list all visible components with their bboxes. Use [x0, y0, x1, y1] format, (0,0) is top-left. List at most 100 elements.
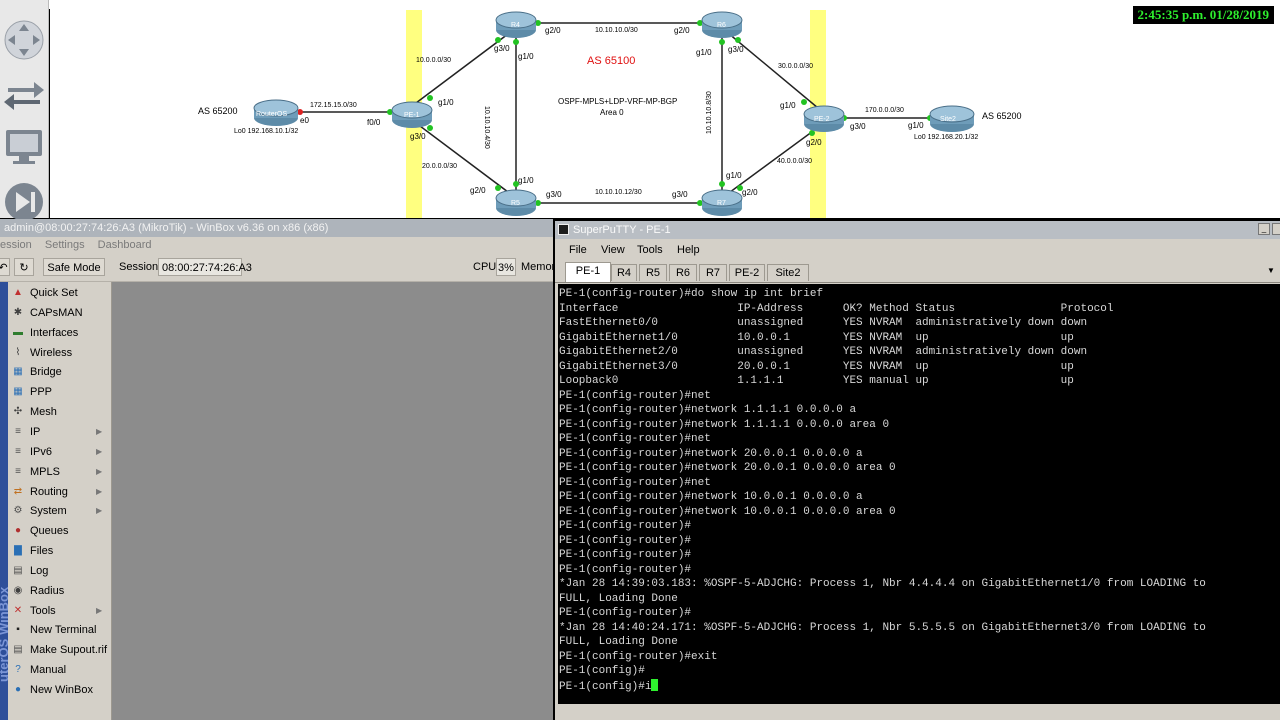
tab-site2[interactable]: Site2 — [767, 264, 809, 281]
terminal-line: PE-1(config-router)#network 1.1.1.1 0.0.… — [559, 403, 856, 417]
nav-item-tools[interactable]: ✕ Tools ▶ — [8, 601, 111, 621]
nav-item-terminal[interactable]: ▪ New Terminal — [8, 620, 111, 640]
terminal-line-text: PE-1(config-router)#network 10.0.0.1 0.0… — [559, 491, 863, 503]
subnet-r7-pe2: 40.0.0.0/30 — [777, 158, 813, 165]
mpls-icon: ≡ — [15, 465, 21, 477]
monitor-icon[interactable] — [2, 124, 46, 168]
menu-dashboard[interactable]: Dashboard — [98, 239, 152, 251]
nav-item-label: New WinBox — [30, 684, 93, 696]
nav-item-label: Quick Set — [30, 287, 78, 299]
nav-item-label: IPv6 — [30, 445, 53, 458]
nav-item-label: Manual — [30, 664, 67, 677]
tab-r7[interactable]: R7 — [699, 264, 727, 281]
nav-item-quick-set[interactable]: ▲ Quick Set — [8, 283, 111, 303]
loopback-left: Lo0 192.168.10.1/32 — [234, 128, 299, 135]
minimize-button[interactable]: _ — [1258, 223, 1270, 235]
nav-item-system[interactable]: ⚙ System ▶ — [8, 501, 111, 521]
subnet-r6-pe2: 30.0.0.0/30 — [778, 63, 814, 70]
menu-session[interactable]: ession — [0, 239, 32, 251]
terminal-line-text: PE-1(config)# — [559, 665, 645, 677]
port-label: g1/0 — [908, 121, 924, 130]
port-label: g1/0 — [518, 176, 534, 185]
terminal-line: GigabitEthernet3/0 20.0.0.1 YES NVRAM up… — [559, 360, 1074, 374]
tab-r5[interactable]: R5 — [639, 264, 667, 281]
router-label-r5: R5 — [511, 200, 520, 207]
terminal-line: PE-1(config-router)# — [559, 519, 691, 533]
tab-r6[interactable]: R6 — [669, 264, 697, 281]
interfaces-icon: ▬ — [13, 326, 23, 338]
terminal-line-text: *Jan 28 14:40:24.171: %OSPF-5-ADJCHG: Pr… — [559, 621, 1206, 634]
port-label: g2/0 — [674, 26, 690, 35]
as-label-left: AS 65200 — [198, 106, 238, 116]
nav-item-ipv6[interactable]: ≡ IPv6 ▶ — [8, 442, 111, 462]
nav-item-ppp[interactable]: ▦ PPP — [8, 382, 111, 402]
nav-item-manual[interactable]: ? Manual — [8, 660, 111, 680]
menu-tools[interactable]: Tools — [637, 240, 663, 260]
move-icon[interactable] — [2, 18, 46, 62]
nav-item-capsman[interactable]: ✱ CAPsMAN — [8, 303, 111, 323]
winbox-brand-strip: uterOS WinBox — [0, 282, 11, 720]
nav-item-label: MPLS — [30, 465, 60, 478]
nav-item-bridge[interactable]: ▦ Bridge — [8, 362, 111, 382]
terminal-line: *Jan 28 14:40:24.171: %OSPF-5-ADJCHG: Pr… — [559, 621, 1206, 635]
nav-item-routing[interactable]: ⇄ Routing ▶ — [8, 482, 111, 502]
maximize-button[interactable] — [1272, 223, 1280, 235]
terminal-line-text: PE-1(config-router)#net — [559, 389, 711, 402]
nav-item-mpls[interactable]: ≡ MPLS ▶ — [8, 462, 111, 482]
bridge-icon: ▦ — [13, 366, 23, 378]
session-label: Session: — [119, 261, 162, 273]
nav-item-log[interactable]: ▤ Log — [8, 561, 111, 581]
port-label: g3/0 — [728, 45, 744, 54]
tab-pe2[interactable]: PE-2 — [729, 264, 765, 281]
memory-label: Memor — [521, 261, 556, 273]
skip-forward-icon[interactable] — [2, 178, 46, 222]
port-label: g2/0 — [545, 26, 561, 35]
safe-mode-button[interactable]: Safe Mode — [43, 258, 105, 276]
area-label: Area 0 — [600, 108, 624, 117]
nav-item-new-winbox[interactable]: ● New WinBox — [8, 680, 111, 700]
putty-app-icon — [558, 224, 569, 235]
submenu-arrow-icon: ▶ — [96, 466, 103, 476]
protocol-label: OSPF-MPLS+LDP-VRF-MP-BGP — [558, 97, 678, 106]
ppp-icon: ▦ — [13, 386, 23, 398]
nav-item-supout[interactable]: ▤ Make Supout.rif — [8, 640, 111, 660]
submenu-arrow-icon: ▶ — [96, 506, 103, 516]
menu-settings[interactable]: Settings — [45, 239, 85, 251]
port-label: g2/0 — [806, 138, 822, 147]
session-field[interactable]: 08:00:27:74:26:A3 — [158, 258, 252, 276]
tab-dropdown-icon[interactable]: ▼ — [1267, 266, 1275, 275]
swap-arrows-icon[interactable] — [2, 72, 46, 116]
nav-item-radius[interactable]: ◉ Radius — [8, 581, 111, 601]
nav-item-queues[interactable]: ● Queues — [8, 521, 111, 541]
terminal-line-text: PE-1(config-router)#network 20.0.0.1 0.0… — [559, 447, 863, 460]
nav-item-ip[interactable]: ≡ IP ▶ — [8, 422, 111, 442]
winbox-menubar: ession Settings Dashboard — [0, 237, 553, 254]
superputty-titlebar[interactable]: SuperPuTTY - PE-1 _ — [555, 221, 1280, 239]
nav-item-mesh[interactable]: ✣ Mesh — [8, 402, 111, 422]
tab-r4[interactable]: R4 — [611, 264, 637, 281]
nav-item-wireless[interactable]: ⌇ Wireless — [8, 343, 111, 363]
menu-view[interactable]: View — [601, 240, 625, 260]
nav-item-label: Files — [30, 545, 54, 558]
topology-canvas[interactable]: RouterOS PE-1 R4 R6 R5 R7 PE-2 Site2 AS … — [50, 8, 1280, 218]
port-label: g1/0 — [438, 98, 454, 107]
ipv6-icon: ≡ — [15, 445, 21, 457]
menu-file[interactable]: File — [569, 240, 587, 260]
terminal-line: Loopback0 1.1.1.1 YES manual up up — [559, 374, 1074, 388]
nav-item-files[interactable]: ▇ Files — [8, 541, 111, 561]
routing-icon: ⇄ — [13, 485, 23, 497]
nav-item-label: Interfaces — [30, 326, 79, 339]
submenu-arrow-icon: ▶ — [96, 486, 103, 496]
redo-button[interactable]: ↻ — [14, 258, 34, 276]
menu-help[interactable]: Help — [677, 240, 700, 260]
nav-item-interfaces[interactable]: ▬ Interfaces — [8, 323, 111, 343]
subnet-pe1-r5: 20.0.0.0/30 — [422, 163, 458, 170]
manual-icon: ? — [15, 664, 21, 676]
redo-icon: ↻ — [19, 262, 29, 274]
terminal[interactable]: PE-1(config-router)#do show ip int brief… — [558, 284, 1280, 704]
tab-pe1[interactable]: PE-1 — [565, 262, 611, 282]
winbox-titlebar[interactable]: admin@08:00:27:74:26:A3 (MikroTik) - Win… — [0, 219, 553, 237]
undo-button[interactable]: ↶ — [0, 258, 10, 276]
superputty-title: SuperPuTTY - PE-1 — [573, 224, 671, 236]
terminal-line: PE-1(config-router)#network 20.0.0.1 0.0… — [559, 447, 863, 461]
